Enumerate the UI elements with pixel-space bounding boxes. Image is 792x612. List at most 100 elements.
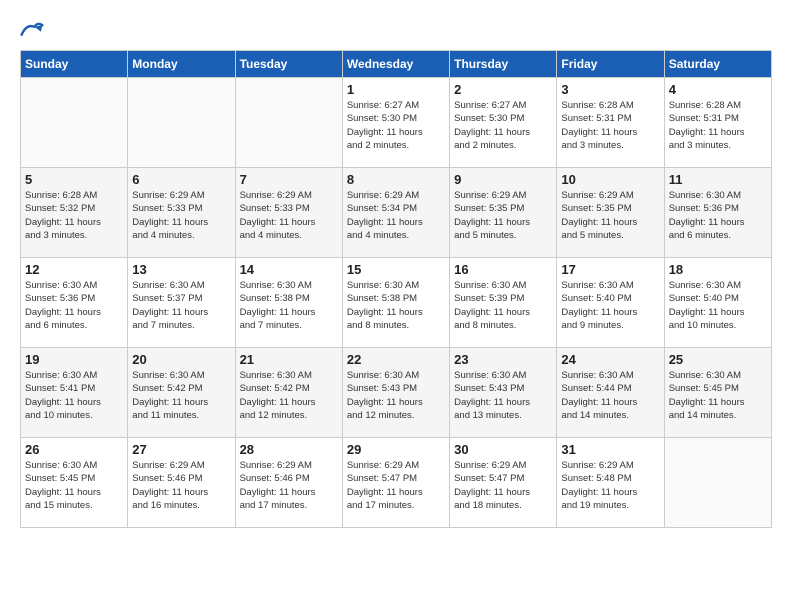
day-number: 17 [561,262,659,277]
calendar-cell [664,438,771,528]
calendar-cell: 18 Sunrise: 6:30 AM Sunset: 5:40 PM Dayli… [664,258,771,348]
day-number: 4 [669,82,767,97]
cell-info: Sunrise: 6:29 AM Sunset: 5:46 PM Dayligh… [240,459,338,512]
cell-info: Sunrise: 6:29 AM Sunset: 5:47 PM Dayligh… [347,459,445,512]
day-number: 19 [25,352,123,367]
day-number: 6 [132,172,230,187]
cell-info: Sunrise: 6:29 AM Sunset: 5:33 PM Dayligh… [132,189,230,242]
cell-info: Sunrise: 6:30 AM Sunset: 5:36 PM Dayligh… [669,189,767,242]
page-header [20,20,772,40]
calendar-cell: 15 Sunrise: 6:30 AM Sunset: 5:38 PM Dayli… [342,258,449,348]
cell-info: Sunrise: 6:30 AM Sunset: 5:37 PM Dayligh… [132,279,230,332]
header-tuesday: Tuesday [235,51,342,78]
calendar-cell: 13 Sunrise: 6:30 AM Sunset: 5:37 PM Dayli… [128,258,235,348]
cell-info: Sunrise: 6:29 AM Sunset: 5:33 PM Dayligh… [240,189,338,242]
calendar-table: SundayMondayTuesdayWednesdayThursdayFrid… [20,50,772,528]
calendar-cell: 28 Sunrise: 6:29 AM Sunset: 5:46 PM Dayli… [235,438,342,528]
cell-info: Sunrise: 6:30 AM Sunset: 5:42 PM Dayligh… [240,369,338,422]
day-number: 25 [669,352,767,367]
calendar-cell: 10Sunrise: 6:29 AM Sunset: 5:35 PM Dayli… [557,168,664,258]
day-number: 14 [240,262,338,277]
calendar-cell: 4 Sunrise: 6:28 AM Sunset: 5:31 PM Daylig… [664,78,771,168]
cell-info: Sunrise: 6:30 AM Sunset: 5:43 PM Dayligh… [347,369,445,422]
day-number: 27 [132,442,230,457]
calendar-cell: 1 Sunrise: 6:27 AM Sunset: 5:30 PM Daylig… [342,78,449,168]
cell-info: Sunrise: 6:30 AM Sunset: 5:40 PM Dayligh… [669,279,767,332]
day-number: 15 [347,262,445,277]
cell-info: Sunrise: 6:28 AM Sunset: 5:32 PM Dayligh… [25,189,123,242]
day-number: 18 [669,262,767,277]
header-sunday: Sunday [21,51,128,78]
calendar-cell: 14 Sunrise: 6:30 AM Sunset: 5:38 PM Dayli… [235,258,342,348]
day-number: 30 [454,442,552,457]
calendar-cell: 5 Sunrise: 6:28 AM Sunset: 5:32 PM Daylig… [21,168,128,258]
day-number: 23 [454,352,552,367]
calendar-cell: 6 Sunrise: 6:29 AM Sunset: 5:33 PM Daylig… [128,168,235,258]
calendar-cell: 22 Sunrise: 6:30 AM Sunset: 5:43 PM Dayli… [342,348,449,438]
day-number: 9 [454,172,552,187]
calendar-cell: 29 Sunrise: 6:29 AM Sunset: 5:47 PM Dayli… [342,438,449,528]
cell-info: Sunrise: 6:27 AM Sunset: 5:30 PM Dayligh… [347,99,445,152]
calendar-cell: 27 Sunrise: 6:29 AM Sunset: 5:46 PM Dayli… [128,438,235,528]
cell-info: Sunrise: 6:30 AM Sunset: 5:39 PM Dayligh… [454,279,552,332]
cell-info: Sunrise: 6:30 AM Sunset: 5:38 PM Dayligh… [240,279,338,332]
cell-info: Sunrise: 6:30 AM Sunset: 5:36 PM Dayligh… [25,279,123,332]
day-number: 2 [454,82,552,97]
cell-info: Sunrise: 6:30 AM Sunset: 5:45 PM Dayligh… [669,369,767,422]
day-number: 16 [454,262,552,277]
cell-info: Sunrise: 6:28 AM Sunset: 5:31 PM Dayligh… [669,99,767,152]
calendar-cell: 24 Sunrise: 6:30 AM Sunset: 5:44 PM Dayli… [557,348,664,438]
cell-info: Sunrise: 6:29 AM Sunset: 5:46 PM Dayligh… [132,459,230,512]
header-saturday: Saturday [664,51,771,78]
day-number: 1 [347,82,445,97]
cell-info: Sunrise: 6:29 AM Sunset: 5:48 PM Dayligh… [561,459,659,512]
cell-info: Sunrise: 6:30 AM Sunset: 5:43 PM Dayligh… [454,369,552,422]
cell-info: Sunrise: 6:30 AM Sunset: 5:44 PM Dayligh… [561,369,659,422]
cell-info: Sunrise: 6:30 AM Sunset: 5:45 PM Dayligh… [25,459,123,512]
day-number: 7 [240,172,338,187]
cell-info: Sunrise: 6:29 AM Sunset: 5:35 PM Dayligh… [561,189,659,242]
logo-icon [20,20,44,40]
cell-info: Sunrise: 6:29 AM Sunset: 5:35 PM Dayligh… [454,189,552,242]
day-number: 29 [347,442,445,457]
calendar-cell: 16 Sunrise: 6:30 AM Sunset: 5:39 PM Dayli… [450,258,557,348]
week-row-3: 12Sunrise: 6:30 AM Sunset: 5:36 PM Dayli… [21,258,772,348]
day-number: 31 [561,442,659,457]
calendar-cell: 9 Sunrise: 6:29 AM Sunset: 5:35 PM Daylig… [450,168,557,258]
day-number: 5 [25,172,123,187]
calendar-cell: 23 Sunrise: 6:30 AM Sunset: 5:43 PM Dayli… [450,348,557,438]
calendar-cell: 17Sunrise: 6:30 AM Sunset: 5:40 PM Dayli… [557,258,664,348]
calendar-cell [128,78,235,168]
logo [20,20,48,40]
week-row-5: 26Sunrise: 6:30 AM Sunset: 5:45 PM Dayli… [21,438,772,528]
cell-info: Sunrise: 6:28 AM Sunset: 5:31 PM Dayligh… [561,99,659,152]
day-number: 11 [669,172,767,187]
day-number: 22 [347,352,445,367]
week-row-4: 19 Sunrise: 6:30 AM Sunset: 5:41 PM Dayli… [21,348,772,438]
header-friday: Friday [557,51,664,78]
header-wednesday: Wednesday [342,51,449,78]
day-number: 8 [347,172,445,187]
day-number: 13 [132,262,230,277]
cell-info: Sunrise: 6:29 AM Sunset: 5:47 PM Dayligh… [454,459,552,512]
calendar-cell: 26Sunrise: 6:30 AM Sunset: 5:45 PM Dayli… [21,438,128,528]
calendar-cell: 7 Sunrise: 6:29 AM Sunset: 5:33 PM Daylig… [235,168,342,258]
calendar-cell: 2 Sunrise: 6:27 AM Sunset: 5:30 PM Daylig… [450,78,557,168]
week-row-1: 1 Sunrise: 6:27 AM Sunset: 5:30 PM Daylig… [21,78,772,168]
week-row-2: 5 Sunrise: 6:28 AM Sunset: 5:32 PM Daylig… [21,168,772,258]
calendar-cell: 3 Sunrise: 6:28 AM Sunset: 5:31 PM Daylig… [557,78,664,168]
day-number: 24 [561,352,659,367]
day-number: 3 [561,82,659,97]
calendar-cell: 11 Sunrise: 6:30 AM Sunset: 5:36 PM Dayli… [664,168,771,258]
calendar-cell [21,78,128,168]
cell-info: Sunrise: 6:30 AM Sunset: 5:38 PM Dayligh… [347,279,445,332]
cell-info: Sunrise: 6:30 AM Sunset: 5:41 PM Dayligh… [25,369,123,422]
day-number: 28 [240,442,338,457]
header-monday: Monday [128,51,235,78]
cell-info: Sunrise: 6:29 AM Sunset: 5:34 PM Dayligh… [347,189,445,242]
calendar-cell: 19 Sunrise: 6:30 AM Sunset: 5:41 PM Dayli… [21,348,128,438]
header-thursday: Thursday [450,51,557,78]
cell-info: Sunrise: 6:27 AM Sunset: 5:30 PM Dayligh… [454,99,552,152]
calendar-cell [235,78,342,168]
calendar-cell: 25 Sunrise: 6:30 AM Sunset: 5:45 PM Dayli… [664,348,771,438]
